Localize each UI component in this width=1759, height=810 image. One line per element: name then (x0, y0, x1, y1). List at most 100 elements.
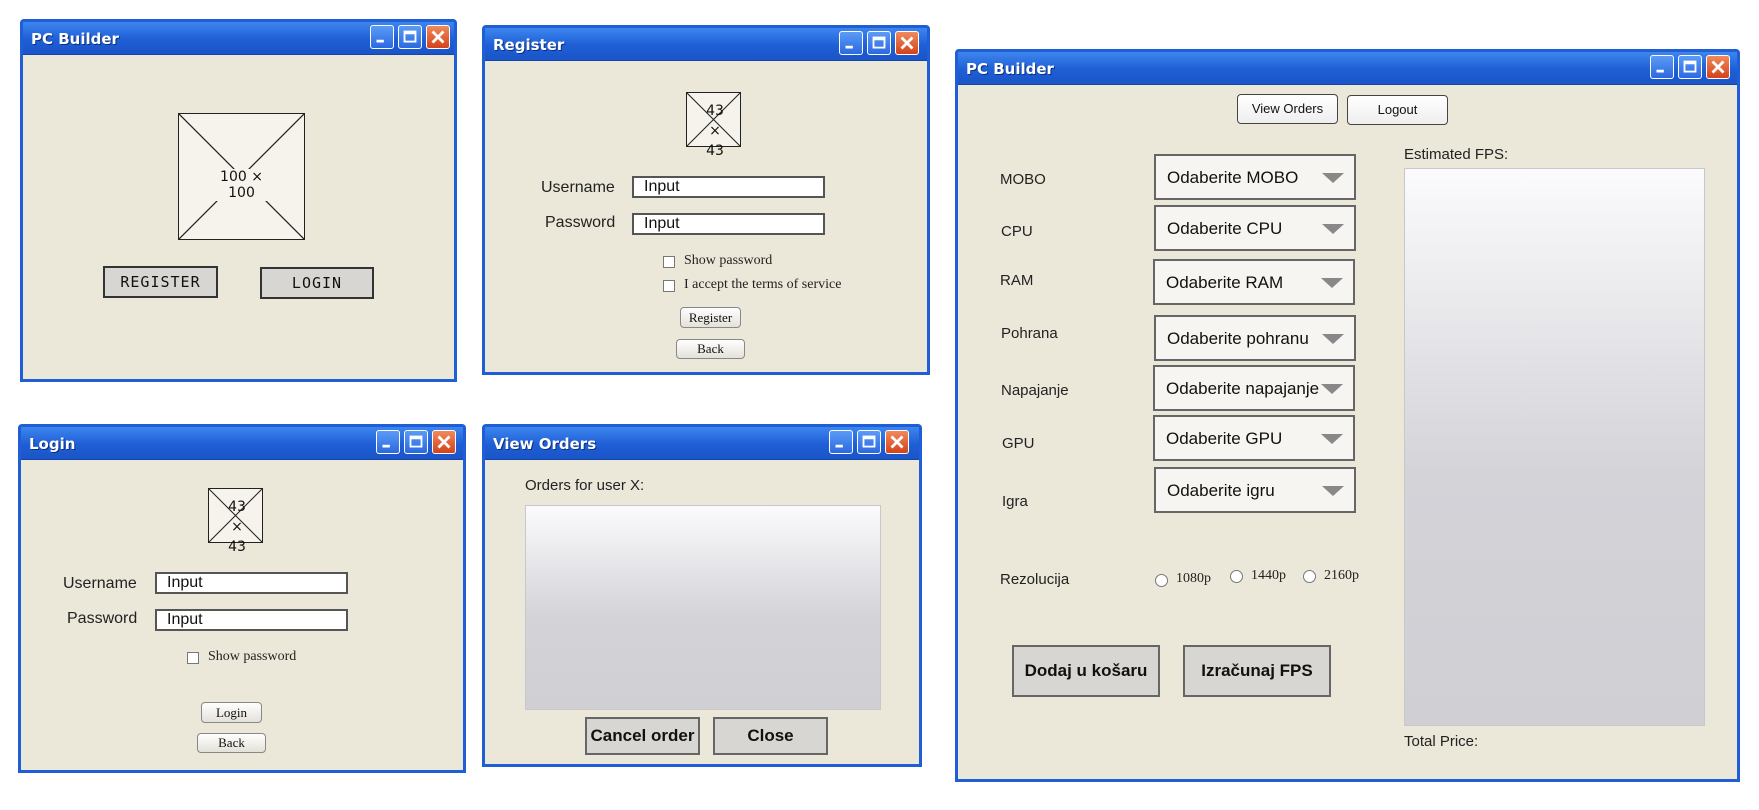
title-bar[interactable]: View Orders (485, 427, 919, 460)
logout-button[interactable]: Logout (1347, 95, 1448, 125)
image-placeholder-icon: 43 × 43 (686, 92, 741, 159)
terms-checkbox[interactable] (663, 280, 675, 292)
close-icon[interactable] (432, 430, 456, 454)
ram-select-value: Odaberite RAM (1166, 273, 1284, 292)
password-input[interactable]: Input (632, 213, 825, 235)
window-title: PC Builder (966, 60, 1054, 78)
placeholder-size-label: 43 × 43 (706, 103, 724, 159)
close-icon[interactable] (885, 430, 909, 454)
mobo-select-value: Odaberite MOBO (1167, 168, 1299, 187)
view-orders-button[interactable]: View Orders (1237, 94, 1338, 124)
window-title: View Orders (493, 435, 597, 453)
igra-select[interactable]: Odaberite igru (1154, 467, 1356, 513)
component-label-pohrana: Pohrana (1001, 325, 1058, 342)
maximize-icon[interactable] (398, 25, 422, 49)
add-to-cart-button[interactable]: Dodaj u košaru (1012, 645, 1160, 697)
window-title: PC Builder (31, 30, 119, 48)
estimated-fps-label: Estimated FPS: (1404, 146, 1509, 163)
terms-label: I accept the terms of service (684, 277, 842, 292)
maximize-icon[interactable] (404, 430, 428, 454)
calculate-fps-button[interactable]: Izračunaj FPS (1183, 645, 1331, 697)
cpu-select[interactable]: Odaberite CPU (1154, 205, 1356, 251)
title-bar[interactable]: PC Builder (23, 22, 454, 55)
login-button[interactable]: LOGIN (260, 267, 374, 299)
show-password-checkbox[interactable] (187, 652, 199, 664)
show-password-label: Show password (684, 253, 773, 268)
maximize-icon[interactable] (857, 430, 881, 454)
title-bar[interactable]: Login (21, 427, 463, 460)
placeholder-size-label: 100 × 100 (207, 169, 276, 201)
close-icon[interactable] (426, 25, 450, 49)
minimize-icon[interactable] (1650, 55, 1674, 79)
pc-builder-start-window: PC Builder 100 × 100 REGISTER LOGIN (20, 19, 457, 382)
minimize-icon[interactable] (370, 25, 394, 49)
resolution-radio-1440p[interactable] (1230, 570, 1243, 583)
resolution-option-2160p: 2160p (1324, 568, 1359, 583)
username-label: Username (541, 179, 615, 196)
gpu-select[interactable]: Odaberite GPU (1153, 415, 1355, 461)
username-label: Username (63, 575, 137, 592)
cpu-select-value: Odaberite CPU (1167, 219, 1283, 238)
back-button[interactable]: Back (676, 339, 745, 359)
image-placeholder-icon: 100 × 100 (178, 113, 305, 240)
username-input[interactable]: Input (632, 176, 825, 198)
component-label-ram: RAM (1000, 272, 1034, 289)
minimize-icon[interactable] (376, 430, 400, 454)
title-bar[interactable]: PC Builder (958, 52, 1737, 85)
dropdown-arrow-icon (1321, 434, 1343, 444)
napajanje-select[interactable]: Odaberite napajanje (1153, 365, 1355, 411)
orders-label: Orders for user X: (525, 477, 645, 494)
window-title: Login (29, 435, 76, 453)
register-window: Register 43 × 43 Username Input Password… (482, 25, 930, 375)
dropdown-arrow-icon (1322, 334, 1344, 344)
close-icon[interactable] (1706, 55, 1730, 79)
dropdown-arrow-icon (1321, 384, 1343, 394)
view-orders-window: View Orders Orders for user X: Cancel or… (482, 424, 922, 767)
close-button[interactable]: Close (713, 717, 828, 755)
resolution-option-1440p: 1440p (1251, 568, 1286, 583)
component-label-mobo: MOBO (1000, 171, 1046, 188)
ram-select[interactable]: Odaberite RAM (1153, 259, 1355, 305)
login-window: Login 43 × 43 Username Input Password In… (18, 424, 466, 773)
maximize-icon[interactable] (1678, 55, 1702, 79)
password-label: Password (545, 214, 616, 231)
close-icon[interactable] (895, 31, 919, 55)
minimize-icon[interactable] (839, 31, 863, 55)
image-placeholder-icon: 43 × 43 (208, 488, 263, 555)
register-button[interactable]: REGISTER (103, 266, 218, 298)
password-label: Password (67, 610, 138, 627)
login-submit-button[interactable]: Login (201, 702, 262, 723)
resolution-radio-1080p[interactable] (1155, 574, 1168, 587)
napajanje-select-value: Odaberite napajanje (1166, 379, 1320, 398)
gpu-select-value: Odaberite GPU (1166, 429, 1283, 448)
maximize-icon[interactable] (867, 31, 891, 55)
show-password-label: Show password (208, 649, 297, 664)
estimated-fps-panel (1404, 168, 1705, 726)
back-button[interactable]: Back (197, 733, 266, 753)
placeholder-size-label: 43 × 43 (228, 499, 246, 555)
dropdown-arrow-icon (1322, 486, 1344, 496)
title-bar[interactable]: Register (485, 28, 927, 61)
username-input[interactable]: Input (155, 572, 348, 594)
resolution-option-1080p: 1080p (1176, 571, 1211, 586)
dropdown-arrow-icon (1322, 173, 1344, 183)
window-title: Register (493, 36, 565, 54)
mobo-select[interactable]: Odaberite MOBO (1154, 154, 1356, 200)
total-price-label: Total Price: (1404, 733, 1479, 750)
orders-list[interactable] (525, 505, 881, 710)
show-password-checkbox[interactable] (663, 256, 675, 268)
resolution-label: Rezolucija (1000, 571, 1070, 588)
resolution-radio-2160p[interactable] (1303, 570, 1316, 583)
component-label-gpu: GPU (1002, 435, 1035, 452)
component-label-napajanje: Napajanje (1001, 382, 1069, 399)
minimize-icon[interactable] (829, 430, 853, 454)
pc-builder-main-window: PC Builder View Orders Logout MOBO Odabe… (955, 49, 1740, 782)
pohrana-select[interactable]: Odaberite pohranu (1154, 315, 1356, 361)
cancel-order-button[interactable]: Cancel order (585, 717, 700, 755)
password-input[interactable]: Input (155, 609, 348, 631)
component-label-igra: Igra (1002, 493, 1028, 510)
component-label-cpu: CPU (1001, 223, 1033, 240)
register-submit-button[interactable]: Register (680, 307, 741, 328)
dropdown-arrow-icon (1322, 224, 1344, 234)
dropdown-arrow-icon (1321, 278, 1343, 288)
